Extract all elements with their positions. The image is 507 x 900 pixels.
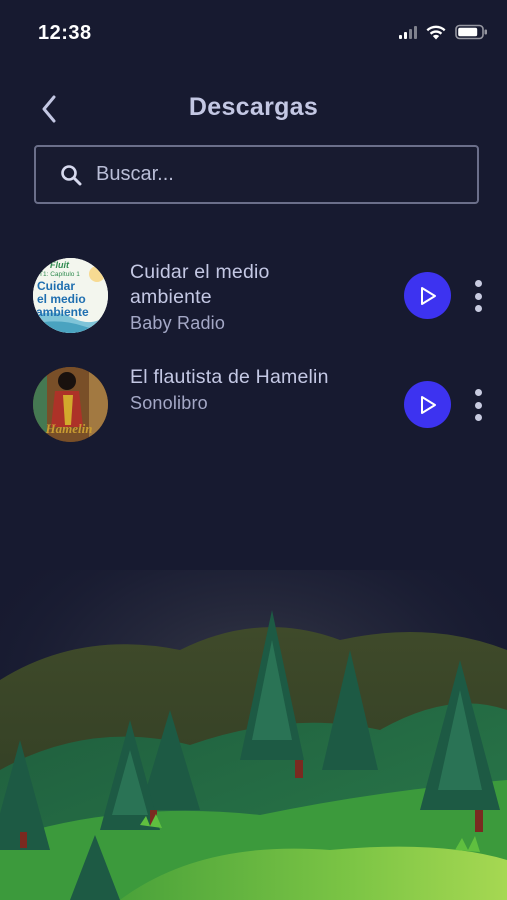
downloads-list: Fluit T1: Capítulo 1 Cuidar el medio amb… (0, 250, 507, 473)
play-button[interactable] (404, 272, 451, 319)
status-bar: 12:38 (0, 0, 507, 66)
status-time: 12:38 (38, 22, 92, 44)
play-button[interactable] (404, 381, 451, 428)
play-icon (420, 395, 436, 414)
cover-illustration: Hamelin (33, 367, 108, 442)
list-item[interactable]: Hamelin El flautista de Hamelin Sonolibr… (0, 365, 507, 473)
item-title-line2: ambiente (130, 286, 212, 308)
more-options-button[interactable] (468, 278, 488, 314)
header: Descargas (0, 80, 507, 138)
item-author: Baby Radio (130, 313, 226, 333)
more-vertical-icon (474, 389, 482, 396)
status-icons (399, 24, 489, 40)
more-vertical-icon (474, 280, 482, 287)
cover-title-line1: Cuidar (37, 279, 76, 293)
forest-background (0, 570, 507, 900)
search-box[interactable] (34, 145, 479, 204)
item-texts: Cuidar el medio ambiente Baby Radio (130, 260, 270, 335)
cover-chapter: T1: Capítulo 1 (39, 271, 80, 278)
cover-title-line3: ambiente (36, 305, 89, 319)
wifi-icon (426, 25, 446, 40)
item-title: El flautista de Hamelin (130, 366, 329, 388)
search-input[interactable] (96, 154, 477, 195)
cover-art: Fluit T1: Capítulo 1 Cuidar el medio amb… (33, 258, 108, 333)
item-author: Sonolibro (130, 393, 208, 413)
list-item[interactable]: Fluit T1: Capítulo 1 Cuidar el medio amb… (0, 250, 507, 365)
cover-art: Hamelin (33, 367, 108, 442)
battery-icon (455, 24, 487, 40)
cover-brand: Fluit (50, 260, 69, 270)
item-texts: El flautista de Hamelin Sonolibro (130, 365, 329, 415)
cover-title-line2: el medio (37, 292, 86, 306)
signal-icon (399, 25, 417, 39)
more-options-button[interactable] (468, 387, 488, 423)
page-title: Descargas (188, 93, 319, 121)
play-icon (420, 286, 436, 305)
item-title-line1: Cuidar el medio (130, 261, 270, 283)
search-icon (60, 164, 82, 186)
